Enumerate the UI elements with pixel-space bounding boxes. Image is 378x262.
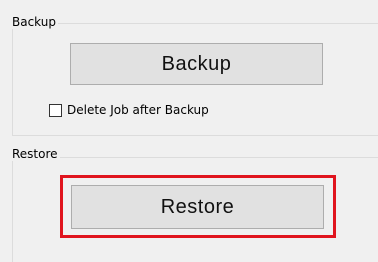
- delete-job-checkbox[interactable]: [49, 103, 62, 117]
- backup-button[interactable]: Backup: [70, 43, 323, 85]
- restore-button[interactable]: Restore: [71, 185, 324, 229]
- delete-job-checkbox-row[interactable]: Delete Job after Backup: [49, 103, 209, 117]
- restore-group-title: Restore: [12, 147, 60, 161]
- delete-job-label: Delete Job after Backup: [67, 103, 209, 117]
- backup-group-title: Backup: [12, 15, 58, 29]
